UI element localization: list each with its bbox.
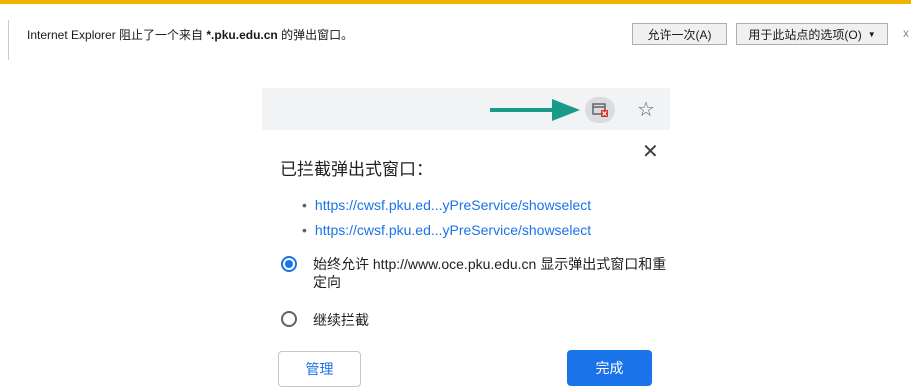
ie-bar-close-icon[interactable]: x — [903, 26, 909, 40]
done-button[interactable]: 完成 — [567, 350, 652, 386]
site-options-button[interactable]: 用于此站点的选项(O) ▼ — [736, 23, 888, 45]
keep-blocking-radio[interactable] — [281, 311, 297, 327]
dialog-title: 已拦截弹出式窗口： — [280, 160, 433, 179]
ie-bar-divider — [8, 20, 9, 60]
ie-notification-bar: Internet Explorer 阻止了一个来自 *.pku.edu.cn 的… — [0, 0, 911, 60]
ie-bar-message-suffix: 的弹出窗口。 — [277, 28, 354, 42]
ie-bar-message: Internet Explorer 阻止了一个来自 *.pku.edu.cn 的… — [27, 26, 353, 43]
popup-blocked-icon — [592, 103, 608, 117]
manage-button[interactable]: 管理 — [278, 351, 361, 387]
blocked-popup-link[interactable]: https://cwsf.pku.ed...yPreService/showse… — [302, 222, 591, 238]
star-icon[interactable]: ☆ — [637, 98, 655, 122]
ie-bar-accent-line — [0, 0, 911, 4]
site-options-label: 用于此站点的选项(O) — [748, 27, 862, 42]
keep-blocking-label[interactable]: 继续拦截 — [313, 311, 369, 329]
ie-bar-message-prefix: Internet Explorer 阻止了一个来自 — [27, 28, 207, 42]
always-allow-radio[interactable] — [281, 256, 297, 272]
close-icon[interactable]: ✕ — [642, 142, 659, 162]
pointer-arrow-icon — [490, 99, 580, 121]
ie-bar-domain: *.pku.edu.cn — [206, 28, 278, 42]
caret-down-icon: ▼ — [867, 29, 876, 39]
blocked-popup-link[interactable]: https://cwsf.pku.ed...yPreService/showse… — [302, 197, 591, 213]
always-allow-label[interactable]: 始终允许 http://www.oce.pku.edu.cn 显示弹出式窗口和重… — [313, 255, 673, 291]
allow-once-button[interactable]: 允许一次(A) — [632, 23, 727, 45]
